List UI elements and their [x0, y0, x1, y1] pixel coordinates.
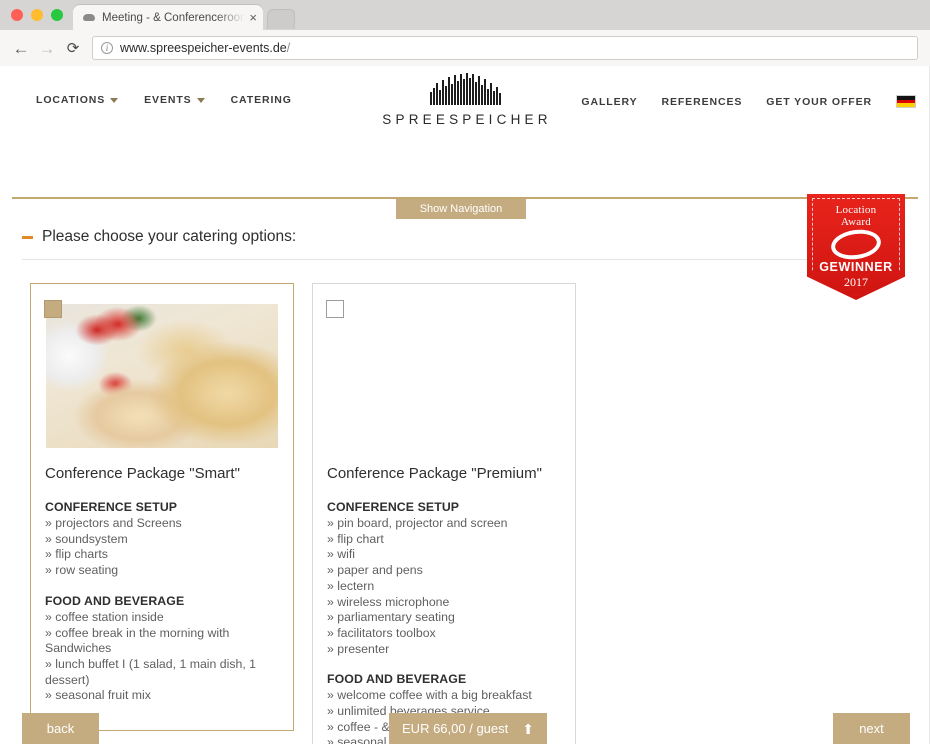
maximize-window-button[interactable]	[51, 9, 63, 21]
list-item: » welcome coffee with a big breakfast	[327, 688, 532, 703]
option-details: CONFERENCE SETUP » projectors and Screen…	[45, 500, 283, 704]
new-tab-button[interactable]	[266, 9, 296, 29]
site-info-icon[interactable]: i	[101, 42, 113, 54]
list-item: » wireless microphone	[327, 594, 450, 609]
award-year: 2017	[844, 275, 868, 289]
option-details: CONFERENCE SETUP » pin board, projector …	[327, 500, 565, 744]
reload-button[interactable]: ⟳	[60, 35, 86, 61]
nav-item-events[interactable]: EVENTS	[144, 94, 205, 106]
award-title: Location Award	[807, 194, 905, 228]
next-button[interactable]: next	[833, 713, 910, 744]
nav-item-gallery[interactable]: GALLERY	[581, 96, 637, 108]
page-title: Please choose your catering options:	[22, 228, 296, 246]
catering-options-list: Conference Package "Smart" CONFERENCE SE…	[30, 283, 576, 744]
price-summary-bar[interactable]: EUR 66,00 / guest ⬆	[389, 713, 547, 744]
list-item: » soundsystem	[45, 531, 128, 546]
browser-tab[interactable]: Meeting - & Conferenceroom ×	[73, 5, 263, 30]
award-winner-label: GEWINNER	[819, 260, 893, 274]
brand-name: SPREESPEICHER	[382, 112, 552, 127]
arrow-up-icon[interactable]: ⬆	[522, 722, 534, 736]
window-controls	[0, 9, 73, 30]
breakfast-pastries-photo	[46, 304, 278, 448]
list-item: » facilitators toolbox	[327, 625, 436, 640]
site-header: LOCATIONS EVENTS CATERING SPREESPEICHER	[0, 66, 930, 134]
tab-strip: Meeting - & Conferenceroom ×	[0, 0, 930, 30]
show-navigation-button[interactable]: Show Navigation	[396, 199, 526, 219]
url-text: www.spreespeicher-events.de/	[120, 41, 291, 55]
catering-option-card[interactable]: Conference Package "Smart" CONFERENCE SE…	[30, 283, 294, 731]
nav-item-locations[interactable]: LOCATIONS	[36, 94, 119, 106]
list-item: » lectern	[327, 578, 375, 593]
catering-option-card[interactable]: Conference Package "Premium" CONFERENCE …	[312, 283, 576, 744]
group-title: CONFERENCE SETUP	[45, 500, 178, 514]
browser-toolbar: ← → ⟳ i www.spreespeicher-events.de/	[0, 30, 930, 66]
list-item: » flip chart	[327, 531, 384, 546]
window-icon	[82, 11, 95, 24]
list-item: » lunch buffet I (1 salad, 1 main dish, …	[45, 656, 256, 687]
list-item: » projectors and Screens	[45, 516, 182, 530]
list-item: » parliamentary seating	[327, 610, 455, 625]
nav-label: LOCATIONS	[36, 94, 106, 106]
nav-item-references[interactable]: REFERENCES	[661, 96, 742, 108]
site-logo[interactable]: SPREESPEICHER	[365, 72, 565, 127]
nav-label: EVENTS	[144, 94, 192, 106]
list-item: » seasonal fruit mix	[45, 688, 151, 703]
option-title: Conference Package "Premium"	[327, 465, 542, 482]
list-item: » presenter	[327, 641, 390, 656]
option-checkbox[interactable]	[326, 300, 344, 318]
list-item: » paper and pens	[327, 563, 423, 578]
group-title: FOOD AND BEVERAGE	[45, 593, 185, 608]
group-title: CONFERENCE SETUP	[327, 500, 460, 514]
list-item: » flip charts	[45, 547, 108, 562]
list-item: » coffee break in the morning with Sandw…	[45, 625, 230, 656]
bagel-sandwiches-photo	[328, 304, 560, 448]
page-content: LOCATIONS EVENTS CATERING SPREESPEICHER	[0, 66, 930, 744]
minimize-window-button[interactable]	[31, 9, 43, 21]
nav-item-get-your-offer[interactable]: GET YOUR OFFER	[766, 96, 872, 108]
list-item: » row seating	[45, 563, 119, 578]
list-item: » coffee station inside	[45, 609, 164, 624]
location-award-badge: Location Award GEWINNER 2017	[807, 194, 905, 300]
close-window-button[interactable]	[11, 9, 23, 21]
close-icon[interactable]: ×	[245, 11, 257, 24]
spreespeicher-mark-icon	[365, 72, 565, 105]
section-heading-text: Please choose your catering options:	[42, 228, 297, 245]
price-label: EUR 66,00 / guest	[402, 721, 509, 736]
option-checkbox[interactable]	[44, 300, 62, 318]
primary-navigation: LOCATIONS EVENTS CATERING	[0, 94, 292, 106]
nav-item-catering[interactable]: CATERING	[231, 94, 292, 106]
tab-title: Meeting - & Conferenceroom	[102, 11, 246, 24]
group-title: FOOD AND BEVERAGE	[327, 672, 467, 687]
secondary-navigation: GALLERY REFERENCES GET YOUR OFFER	[581, 95, 916, 108]
option-title: Conference Package "Smart"	[45, 465, 240, 482]
browser-chrome: Meeting - & Conferenceroom × ← → ⟳ i www…	[0, 0, 930, 66]
award-line-2: Award	[841, 216, 871, 228]
award-oval-icon	[829, 226, 883, 263]
collapse-toggle-icon[interactable]	[22, 235, 33, 239]
forward-button[interactable]: →	[34, 35, 60, 61]
award-line-1: Location	[835, 204, 877, 216]
back-button[interactable]: ←	[8, 35, 34, 61]
section-divider	[22, 259, 888, 260]
chevron-down-icon	[110, 97, 119, 103]
list-item: » pin board, projector and screen	[327, 516, 508, 530]
chevron-down-icon	[196, 97, 205, 103]
back-button[interactable]: back	[22, 713, 99, 744]
list-item: » wifi	[327, 547, 356, 562]
german-flag-icon[interactable]	[896, 95, 916, 108]
address-bar[interactable]: i www.spreespeicher-events.de/	[92, 36, 918, 60]
